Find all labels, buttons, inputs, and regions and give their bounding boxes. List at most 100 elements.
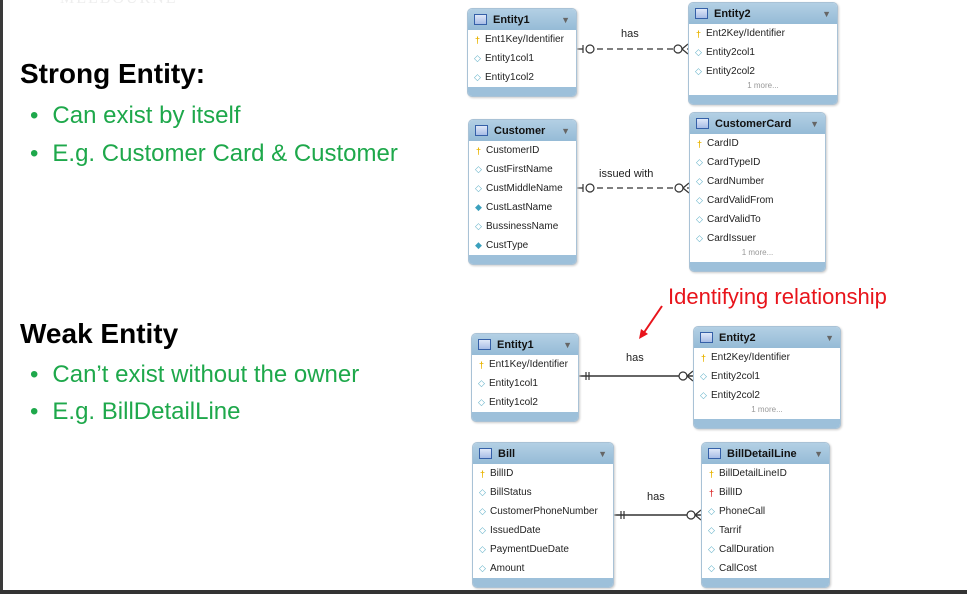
column-row[interactable]: ◇ Tarrif [702,521,829,540]
column-row[interactable]: ◇ CustFirstName [469,160,576,179]
column-name: Ent1Key/Identifier [485,34,564,45]
entity-table-bill[interactable]: Bill ▼ † BillID ◇ BillStatus ◇ CustomerPhoneNum… [472,442,614,588]
column-row[interactable]: ◇ BillStatus [473,483,613,502]
primary-key-icon: † [474,34,480,45]
relationship-label: has [647,491,665,503]
column-name: Entity2col2 [706,66,755,77]
entity-table-billdetailline[interactable]: BillDetailLine ▼ † BillDetailLineID † BillID ◇… [701,442,830,588]
entity-table-entity2[interactable]: Entity2 ▼ † Ent2Key/Identifier ◇ Entity2col1 ◇… [688,2,838,105]
column-row[interactable]: ◇ Amount [473,559,613,578]
column-row[interactable]: † CustomerID [469,141,576,160]
entity-table-entity2[interactable]: Entity2 ▼ † Ent2Key/Identifier ◇ Entity2col1 ◇… [693,326,841,429]
column-row[interactable]: ◇ Entity1col2 [472,393,578,412]
column-row[interactable]: ◇ CallDuration [702,540,829,559]
column-row[interactable]: ◇ Entity2col1 [694,367,840,386]
column-name: CallDuration [719,544,775,555]
collapse-triangle-icon[interactable]: ▼ [822,9,831,19]
column-diamond-icon: ◇ [479,563,486,573]
column-name: CallCost [719,563,757,574]
more-columns-link[interactable]: 1 more... [694,405,840,419]
primary-key-icon: † [478,359,484,370]
table-header[interactable]: Entity1 ▼ [468,9,576,30]
table-icon [478,339,491,350]
table-header[interactable]: Bill ▼ [473,443,613,464]
column-name: Ent2Key/Identifier [711,352,790,363]
column-row[interactable]: ◇ CardValidTo [690,210,825,229]
column-row[interactable]: † CardID [690,134,825,153]
column-row[interactable]: ◇ CardTypeID [690,153,825,172]
column-row[interactable]: † Ent1Key/Identifier [472,355,578,374]
relationship-label: issued with [599,168,654,180]
table-icon [474,14,487,25]
collapse-triangle-icon[interactable]: ▼ [561,15,570,25]
table-name: BillDetailLine [727,447,797,460]
column-row[interactable]: † BillID [702,483,829,502]
table-name: Customer [494,124,546,137]
column-row[interactable]: ◇ Entity2col1 [689,43,837,62]
column-diamond-icon: ◇ [475,183,482,193]
column-row[interactable]: ◇ IssuedDate [473,521,613,540]
more-columns-link[interactable]: 1 more... [690,248,825,262]
column-row[interactable]: ◆ CustLastName [469,198,576,217]
entity-table-entity1[interactable]: Entity1 ▼ † Ent1Key/Identifier ◇ Entity1col1 ◇… [467,8,577,97]
column-row[interactable]: † BillDetailLineID [702,464,829,483]
table-header[interactable]: Customer ▼ [469,120,576,141]
collapse-triangle-icon[interactable]: ▼ [598,449,607,459]
column-row[interactable]: ◇ CardNumber [690,172,825,191]
column-diamond-icon: ◇ [695,47,702,57]
collapse-triangle-icon[interactable]: ▼ [810,119,819,129]
column-row[interactable]: ◆ CustType [469,236,576,255]
table-icon [708,448,721,459]
table-name: Entity1 [493,13,530,26]
column-row[interactable]: ◇ Entity1col1 [468,49,576,68]
column-name: Entity1col1 [485,53,534,64]
column-row[interactable]: † Ent2Key/Identifier [694,348,840,367]
collapse-triangle-icon[interactable]: ▼ [561,126,570,136]
table-header[interactable]: CustomerCard ▼ [690,113,825,134]
column-name: IssuedDate [490,525,541,536]
relationship-label: has [621,28,639,40]
column-row[interactable]: ◇ CustMiddleName [469,179,576,198]
column-row[interactable]: † Ent2Key/Identifier [689,24,837,43]
collapse-triangle-icon[interactable]: ▼ [814,449,823,459]
column-diamond-icon: ◇ [708,506,715,516]
more-columns-link[interactable]: 1 more... [689,81,837,95]
column-name: Tarrif [719,525,742,536]
column-row[interactable]: ◇ PaymentDueDate [473,540,613,559]
entity-table-entity1[interactable]: Entity1 ▼ † Ent1Key/Identifier ◇ Entity1col1 ◇… [471,333,579,422]
column-diamond-icon: ◇ [475,164,482,174]
collapse-triangle-icon[interactable]: ▼ [563,340,572,350]
column-name: CardTypeID [707,157,761,168]
column-row[interactable]: ◇ CardValidFrom [690,191,825,210]
column-row[interactable]: ◇ PhoneCall [702,502,829,521]
column-name: BillID [490,468,514,479]
collapse-triangle-icon[interactable]: ▼ [825,333,834,343]
column-row[interactable]: ◇ Entity1col2 [468,68,576,87]
column-row[interactable]: ◇ CardIssuer [690,229,825,248]
column-diamond-icon: ◇ [479,506,486,516]
entity-table-customer[interactable]: Customer ▼ † CustomerID ◇ CustFirstName ◇ CustM… [468,119,577,265]
primary-key-icon: † [700,352,706,363]
primary-key-icon: † [475,145,481,156]
column-row[interactable]: ◇ BussinessName [469,217,576,236]
column-row[interactable]: ◇ Entity1col1 [472,374,578,393]
column-diamond-icon: ◆ [475,202,482,212]
column-row[interactable]: ◇ Entity2col2 [694,386,840,405]
table-header[interactable]: Entity2 ▼ [689,3,837,24]
column-name: Ent1Key/Identifier [489,359,568,370]
column-row[interactable]: ◇ Entity2col2 [689,62,837,81]
foreign-key-icon: † [708,487,714,498]
column-row[interactable]: ◇ CallCost [702,559,829,578]
table-header[interactable]: Entity2 ▼ [694,327,840,348]
primary-key-icon: † [708,468,714,479]
primary-key-icon: † [696,138,702,149]
column-name: CardIssuer [707,233,756,244]
column-name: CustFirstName [486,164,553,175]
column-row[interactable]: ◇ CustomerPhoneNumber [473,502,613,521]
column-row[interactable]: † Ent1Key/Identifier [468,30,576,49]
entity-table-customercard[interactable]: CustomerCard ▼ † CardID ◇ CardTypeID ◇ CardNumb… [689,112,826,272]
column-row[interactable]: † BillID [473,464,613,483]
column-name: BillDetailLineID [719,468,787,479]
table-header[interactable]: BillDetailLine ▼ [702,443,829,464]
table-header[interactable]: Entity1 ▼ [472,334,578,355]
